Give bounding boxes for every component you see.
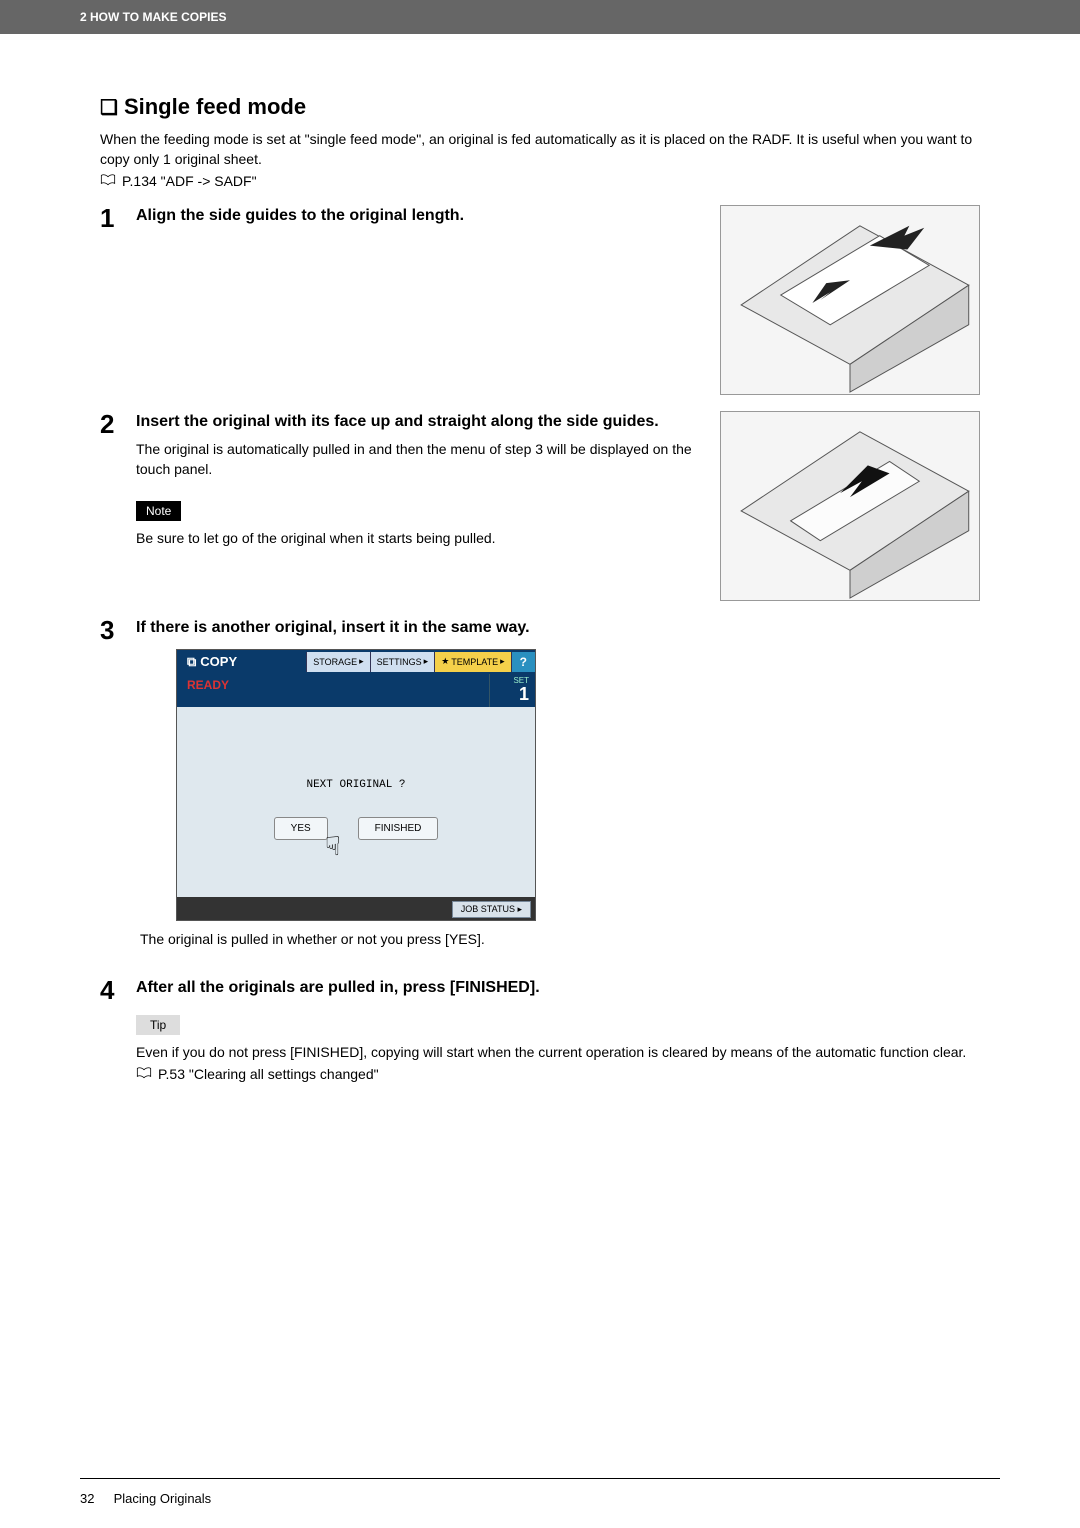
step-number: 4 (100, 977, 124, 1098)
yes-button[interactable]: YES (274, 817, 328, 840)
panel-set-counter: SET 1 (489, 674, 535, 707)
printer-illustration-1 (720, 205, 980, 395)
step-2: 2 Insert the original with its face up a… (100, 411, 980, 601)
step-number: 2 (100, 411, 124, 601)
section-ref-text: P.134 "ADF -> SADF" (122, 173, 257, 189)
panel-body: NEXT ORIGINAL ? YES FINISHED ☟ (177, 707, 535, 897)
panel-tabs: STORAGE▸ SETTINGS▸ ★TEMPLATE▸ ? (306, 652, 535, 672)
chapter-label: 2 HOW TO MAKE COPIES (80, 10, 226, 24)
step-3-title: If there is another original, insert it … (136, 617, 980, 639)
book-icon (100, 173, 116, 189)
step-3-after: The original is pulled in whether or not… (140, 929, 980, 949)
page-number: 32 (80, 1491, 110, 1506)
step-4: 4 After all the originals are pulled in,… (100, 977, 980, 1098)
note-badge: Note (136, 501, 181, 521)
panel-mode-copy: ⧉ COPY (177, 650, 247, 674)
section-ref: P.134 "ADF -> SADF" (100, 173, 980, 189)
finished-button[interactable]: FINISHED (358, 817, 439, 840)
step-4-ref-text: P.53 "Clearing all settings changed" (158, 1066, 379, 1082)
panel-footer: JOB STATUS ▸ (177, 897, 535, 920)
step-4-title: After all the originals are pulled in, p… (136, 977, 980, 999)
chevron-right-icon: ▸ (500, 656, 505, 667)
tip-badge: Tip (136, 1015, 180, 1035)
step-1: 1 Align the side guides to the original … (100, 205, 980, 395)
chevron-right-icon: ▸ (517, 904, 522, 914)
job-status-button[interactable]: JOB STATUS ▸ (452, 901, 531, 918)
panel-header: ⧉ COPY STORAGE▸ SETTINGS▸ ★TEMPLATE▸ ? (177, 650, 535, 674)
pointing-hand-icon: ☟ (325, 831, 341, 862)
square-bullet-icon: ❑ (100, 97, 118, 119)
chapter-header: 2 HOW TO MAKE COPIES (0, 0, 1080, 34)
step-number: 1 (100, 205, 124, 395)
section-title: ❑ Single feed mode (100, 94, 980, 120)
footer-section: Placing Originals (114, 1491, 212, 1506)
panel-status-row: READY SET 1 (177, 674, 535, 707)
book-icon (136, 1066, 152, 1082)
tab-settings[interactable]: SETTINGS▸ (370, 652, 435, 672)
step-1-title: Align the side guides to the original le… (136, 205, 702, 227)
page-footer: 32 Placing Originals (80, 1478, 1000, 1506)
section-title-text: Single feed mode (124, 94, 306, 119)
touch-panel-screenshot: ⧉ COPY STORAGE▸ SETTINGS▸ ★TEMPLATE▸ ? R… (176, 649, 536, 921)
tab-storage[interactable]: STORAGE▸ (306, 652, 369, 672)
section-intro: When the feeding mode is set at "single … (100, 130, 980, 169)
star-icon: ★ (441, 656, 449, 667)
set-value: 1 (496, 685, 529, 703)
chevron-right-icon: ▸ (359, 656, 364, 667)
chevron-right-icon: ▸ (424, 656, 429, 667)
panel-ready-status: READY (177, 674, 489, 707)
tab-template[interactable]: ★TEMPLATE▸ (434, 652, 510, 672)
help-button[interactable]: ? (511, 652, 535, 672)
step-2-note: Be sure to let go of the original when i… (136, 529, 702, 549)
step-2-title: Insert the original with its face up and… (136, 411, 702, 433)
step-2-desc: The original is automatically pulled in … (136, 439, 702, 480)
step-number: 3 (100, 617, 124, 961)
step-3: 3 If there is another original, insert i… (100, 617, 980, 961)
step-4-ref: P.53 "Clearing all settings changed" (136, 1066, 980, 1082)
panel-prompt: NEXT ORIGINAL ? (177, 779, 535, 791)
panel-mode-label: COPY (200, 654, 237, 669)
step-4-tip: Even if you do not press [FINISHED], cop… (136, 1043, 980, 1063)
copy-icon: ⧉ (187, 654, 196, 670)
printer-illustration-2 (720, 411, 980, 601)
page-content: ❑ Single feed mode When the feeding mode … (0, 34, 1080, 1118)
